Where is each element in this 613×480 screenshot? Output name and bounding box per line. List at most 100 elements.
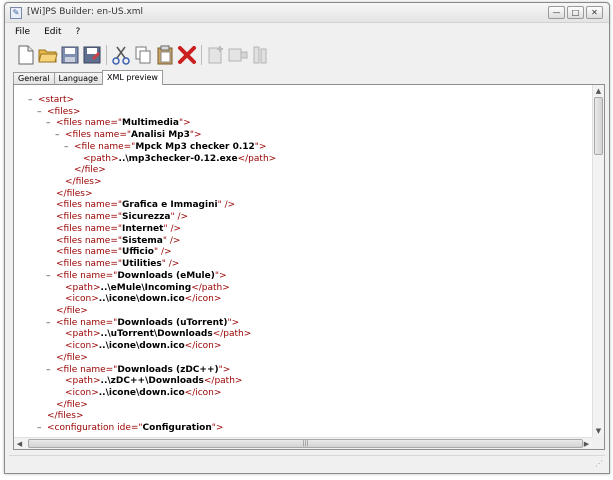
add-child-icon[interactable] bbox=[227, 43, 249, 67]
copy-icon[interactable] bbox=[132, 43, 154, 67]
xml-tag-text: <file bbox=[56, 317, 81, 328]
xml-attr-text: "> bbox=[227, 317, 240, 328]
xml-line: </file> bbox=[14, 353, 592, 365]
menu-file[interactable]: File bbox=[15, 27, 30, 37]
horizontal-scrollbar[interactable]: ◀ ||| ▶ bbox=[14, 437, 592, 449]
vertical-scroll-thumb[interactable] bbox=[594, 97, 603, 155]
delete-icon[interactable] bbox=[176, 43, 198, 67]
open-folder-icon[interactable] bbox=[37, 43, 59, 67]
xml-attr-text: name=" bbox=[84, 259, 123, 270]
save-as-icon[interactable] bbox=[81, 43, 103, 67]
menu-edit[interactable]: Edit bbox=[44, 27, 61, 37]
collapse-toggle-icon[interactable]: – bbox=[46, 118, 56, 130]
xml-tag-text: <file bbox=[74, 141, 99, 152]
tab-xml-preview[interactable]: XML preview bbox=[102, 70, 163, 85]
xml-attr-text: " /> bbox=[217, 200, 236, 211]
xml-tag-text: <icon> bbox=[65, 341, 99, 352]
xml-txt-text: ..\icone\down.ico bbox=[98, 294, 185, 305]
xml-attr-text: " /> bbox=[161, 259, 180, 270]
xml-txt-text: ..\eMule\Incoming bbox=[100, 282, 192, 293]
xml-val-text: Multimedia bbox=[122, 118, 179, 129]
xml-line: – <files name="Multimedia"> bbox=[14, 118, 592, 130]
scroll-left-arrow-icon[interactable]: ◀ bbox=[14, 438, 25, 450]
xml-val-text: Analisi Mp3 bbox=[131, 130, 190, 141]
xml-line: </file> bbox=[14, 400, 592, 412]
xml-tag-text: <files bbox=[56, 200, 85, 211]
xml-tag-text: <icon> bbox=[65, 387, 99, 398]
xml-line: </file> bbox=[14, 165, 592, 177]
xml-attr-text: name=" bbox=[84, 235, 123, 246]
cut-icon[interactable] bbox=[110, 43, 132, 67]
xml-attr-text: " /> bbox=[163, 223, 182, 234]
add-item-icon[interactable] bbox=[205, 43, 227, 67]
collapse-toggle-icon[interactable]: – bbox=[46, 318, 56, 330]
xml-txt-text: ..\icone\down.ico bbox=[98, 387, 185, 398]
xml-tag-text: <icon> bbox=[65, 294, 99, 305]
minimize-button[interactable]: — bbox=[548, 6, 565, 19]
xml-val-text: Internet bbox=[122, 223, 164, 234]
xml-val-text: Utilities bbox=[122, 259, 162, 270]
xml-txt-text: ..\zDC++\Downloads bbox=[100, 376, 204, 387]
xml-tag-text: <path> bbox=[65, 376, 101, 387]
xml-line: <icon>..\icone\down.ico</icon> bbox=[14, 388, 592, 400]
xml-attr-text: name=" bbox=[98, 141, 136, 152]
xml-attr-text: ide=" bbox=[117, 423, 143, 434]
xml-tag-text: <files bbox=[56, 259, 85, 270]
scroll-up-arrow-icon[interactable]: ▲ bbox=[593, 85, 604, 97]
xml-tag-text: </file> bbox=[56, 352, 88, 363]
xml-tag-text: <file bbox=[56, 364, 81, 375]
xml-line: <files name="Utilities" /> bbox=[14, 259, 592, 271]
xml-tag-text: </file> bbox=[74, 165, 106, 176]
xml-line: <icon>..\icone\down.ico</icon> bbox=[14, 341, 592, 353]
properties-icon[interactable] bbox=[249, 43, 271, 67]
xml-tag-text: <path> bbox=[65, 282, 101, 293]
xml-tag-text: </icon> bbox=[184, 341, 222, 352]
xml-val-text: Downloads (uTorrent) bbox=[117, 317, 228, 328]
app-icon: ✎ bbox=[10, 7, 22, 19]
xml-line: <icon>..\icone\down.ico</icon> bbox=[14, 294, 592, 306]
xml-tag-text: </path> bbox=[203, 376, 243, 387]
close-button[interactable]: ✕ bbox=[586, 6, 603, 19]
collapse-toggle-icon[interactable]: – bbox=[37, 107, 47, 119]
paste-icon[interactable] bbox=[154, 43, 176, 67]
app-window: ✎ [Wi]PS Builder: en-US.xml — □ ✕ File E… bbox=[4, 2, 610, 474]
scroll-right-arrow-icon[interactable]: ▶ bbox=[581, 438, 592, 450]
menu-help[interactable]: ? bbox=[76, 27, 81, 37]
xml-line: <path>..\uTorrent\Downloads</path> bbox=[14, 329, 592, 341]
resize-grip-icon[interactable]: ⋰ bbox=[595, 459, 603, 468]
collapse-toggle-icon[interactable]: – bbox=[46, 365, 56, 377]
collapse-toggle-icon[interactable]: – bbox=[37, 423, 47, 435]
toolbar bbox=[15, 42, 271, 68]
collapse-toggle-icon[interactable]: – bbox=[55, 130, 65, 142]
xml-attr-text: name=" bbox=[84, 200, 123, 211]
collapse-toggle-icon[interactable]: – bbox=[64, 142, 74, 154]
xml-line: – <file name="Downloads (uTorrent)"> bbox=[14, 318, 592, 330]
xml-txt-text: ..\mp3checker-0.12.exe bbox=[118, 153, 238, 164]
window-title: [Wi]PS Builder: en-US.xml bbox=[27, 7, 144, 17]
collapse-toggle-icon[interactable]: – bbox=[46, 271, 56, 283]
xml-tag-text: </files> bbox=[47, 411, 84, 422]
title-bar[interactable]: ✎ [Wi]PS Builder: en-US.xml — □ ✕ bbox=[5, 3, 609, 23]
xml-tag-text: <path> bbox=[83, 153, 119, 164]
maximize-button[interactable]: □ bbox=[567, 6, 584, 19]
xml-val-text: Sistema bbox=[122, 235, 163, 246]
xml-val-text: Ufficio bbox=[122, 247, 154, 258]
save-icon[interactable] bbox=[59, 43, 81, 67]
new-file-icon[interactable] bbox=[15, 43, 37, 67]
xml-line: – <file name="Downloads (zDC++)"> bbox=[14, 365, 592, 377]
xml-val-text: Mpck Mp3 checker 0.12 bbox=[135, 141, 255, 152]
xml-attr-text: name=" bbox=[80, 364, 118, 375]
collapse-toggle-icon[interactable]: – bbox=[28, 95, 38, 107]
xml-tag-text: </path> bbox=[191, 282, 230, 293]
xml-attr-text: "> bbox=[214, 270, 227, 281]
xml-attr-text: " /> bbox=[162, 235, 181, 246]
xml-preview-pane[interactable]: – <start> – <files> – <files name="Multimedia… bbox=[13, 84, 605, 450]
xml-val-text: Sicurezza bbox=[122, 212, 171, 223]
xml-tag-text: </files> bbox=[65, 177, 102, 188]
horizontal-scroll-thumb[interactable]: ||| bbox=[28, 439, 583, 448]
xml-val-text: Grafica e Immagini bbox=[122, 200, 218, 211]
scroll-down-arrow-icon[interactable]: ▼ bbox=[593, 425, 604, 437]
xml-tag-text: </files> bbox=[56, 188, 93, 199]
xml-tag-text: </icon> bbox=[184, 294, 222, 305]
vertical-scrollbar[interactable]: ▲ ▼ bbox=[592, 85, 604, 437]
